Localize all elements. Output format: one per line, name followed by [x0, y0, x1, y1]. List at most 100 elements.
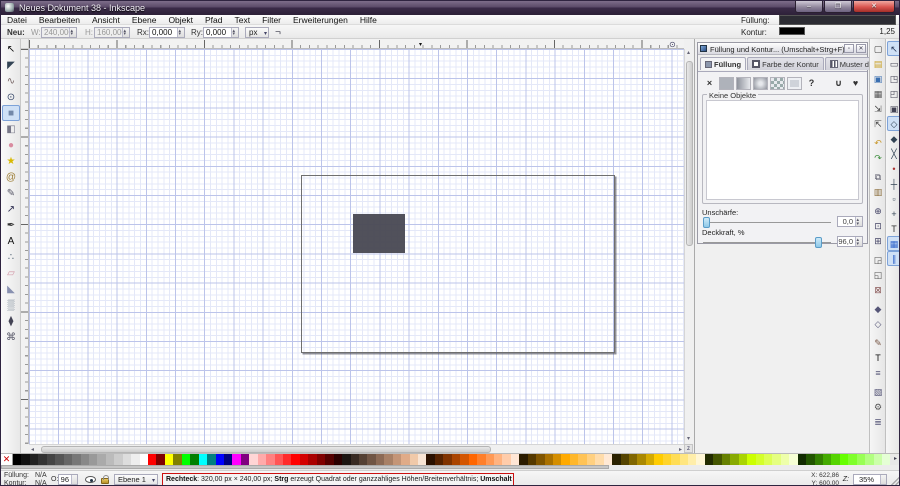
selector-tool[interactable]: ↖ [2, 41, 20, 57]
color-swatch[interactable] [64, 454, 72, 465]
color-swatch[interactable] [334, 454, 342, 465]
palette-scroll-thumb[interactable] [1, 465, 609, 469]
document-properties-icon[interactable]: ▧ [871, 384, 885, 399]
group-icon[interactable]: ◆ [871, 301, 885, 316]
ungroup-icon[interactable]: ◇ [871, 316, 885, 331]
color-swatch[interactable] [536, 454, 544, 465]
undo-icon[interactable]: ↶ [871, 135, 885, 150]
scroll-down-icon[interactable]: ▾ [687, 435, 690, 444]
color-swatch[interactable] [654, 454, 662, 465]
export-icon[interactable]: ⇱ [871, 116, 885, 131]
text-tool[interactable]: A [2, 233, 20, 249]
window-resize-grip[interactable] [890, 476, 900, 486]
xml-editor-icon[interactable]: ≣ [871, 414, 885, 429]
layer-visibility-icon[interactable] [85, 476, 96, 483]
menu-item[interactable]: Objekt [162, 15, 199, 25]
color-swatch[interactable] [798, 454, 806, 465]
snap-bbox-edge-icon[interactable]: ◳ [887, 71, 900, 86]
color-swatch[interactable] [815, 454, 823, 465]
vertical-ruler[interactable] [21, 49, 29, 444]
blur-slider[interactable] [703, 222, 831, 223]
fill-unknown-button[interactable]: ? [804, 77, 819, 90]
color-swatch[interactable] [199, 454, 207, 465]
color-swatch[interactable] [249, 454, 257, 465]
color-swatch[interactable] [637, 454, 645, 465]
tab-fill[interactable]: Füllung [700, 57, 746, 70]
fill-stroke-dialog-icon[interactable]: ✎ [871, 335, 885, 350]
color-swatch[interactable] [317, 454, 325, 465]
color-swatch[interactable] [561, 454, 569, 465]
color-swatch[interactable] [519, 454, 527, 465]
width-field[interactable]: 240,000 [41, 27, 77, 38]
color-swatch[interactable] [351, 454, 359, 465]
horizontal-scroll-thumb[interactable] [41, 446, 491, 453]
color-swatch[interactable] [359, 454, 367, 465]
pencil-tool[interactable]: ✎ [2, 185, 20, 201]
color-swatch[interactable] [848, 454, 856, 465]
color-swatch[interactable] [72, 454, 80, 465]
zoom-page-icon[interactable]: ⊞ [871, 233, 885, 248]
palette-scroll-arrow-icon[interactable]: ▸ [890, 454, 900, 465]
color-swatch[interactable] [165, 454, 173, 465]
snap-rotation-center-icon[interactable]: + [887, 206, 900, 221]
color-swatch[interactable] [756, 454, 764, 465]
color-swatch[interactable] [308, 454, 316, 465]
eraser-tool[interactable]: ▱ [2, 265, 20, 281]
color-swatch[interactable] [435, 454, 443, 465]
color-swatch[interactable] [426, 454, 434, 465]
node-tool[interactable]: ◤ [2, 57, 20, 73]
color-swatch[interactable] [646, 454, 654, 465]
color-swatch[interactable] [857, 454, 865, 465]
color-swatch[interactable] [55, 454, 63, 465]
color-swatch[interactable] [696, 454, 704, 465]
color-swatch[interactable] [131, 454, 139, 465]
color-swatch[interactable] [367, 454, 375, 465]
color-swatch[interactable] [612, 454, 620, 465]
connector-tool[interactable]: ⌘ [2, 329, 20, 345]
color-swatch[interactable] [865, 454, 873, 465]
menu-item[interactable]: Ebene [126, 15, 163, 25]
color-swatch[interactable] [266, 454, 274, 465]
opacity-spinbox[interactable]: 96,0 [837, 236, 863, 247]
import-icon[interactable]: ⇲ [871, 101, 885, 116]
color-swatch[interactable] [578, 454, 586, 465]
dialog-title-bar[interactable]: Füllung und Kontur... (Umschalt+Strg+F) … [698, 43, 867, 55]
color-swatch[interactable] [38, 454, 46, 465]
zoom-drawing-icon[interactable]: ⊡ [871, 218, 885, 233]
fill-rule-nonzero-icon[interactable]: ♥ [848, 77, 863, 90]
color-swatch[interactable] [291, 454, 299, 465]
color-swatch[interactable] [587, 454, 595, 465]
color-swatch[interactable] [688, 454, 696, 465]
color-swatch[interactable] [232, 454, 240, 465]
color-swatch[interactable] [595, 454, 603, 465]
tweak-tool[interactable]: ∿ [2, 73, 20, 89]
color-swatch[interactable] [511, 454, 519, 465]
color-swatch[interactable] [494, 454, 502, 465]
snap-center-icon[interactable]: ▫ [887, 191, 900, 206]
color-swatch[interactable] [806, 454, 814, 465]
no-color-swatch[interactable]: ✕ [1, 454, 13, 465]
color-swatch[interactable] [663, 454, 671, 465]
color-swatch[interactable] [477, 454, 485, 465]
title-bar[interactable]: Neues Dokument 38 - Inkscape – ❐ ✕ [1, 1, 900, 15]
paste-icon[interactable]: ▥ [871, 184, 885, 199]
color-swatch[interactable] [486, 454, 494, 465]
color-swatch[interactable] [258, 454, 266, 465]
color-swatch[interactable] [401, 454, 409, 465]
color-swatch[interactable] [730, 454, 738, 465]
statusbar-opacity-spinbox[interactable]: 96 [58, 474, 78, 485]
pen-tool[interactable]: ↗ [2, 201, 20, 217]
color-swatch[interactable] [342, 454, 350, 465]
text-dialog-icon[interactable]: T [871, 350, 885, 365]
fill-rule-evenodd-icon[interactable]: ∪ [831, 77, 846, 90]
color-swatch[interactable] [570, 454, 578, 465]
snap-bbox-corner-icon[interactable]: ◰ [887, 86, 900, 101]
height-field[interactable]: 160,000 [94, 27, 130, 38]
color-swatch[interactable] [114, 454, 122, 465]
snap-cusp-icon[interactable]: • [887, 161, 900, 176]
color-swatch[interactable] [384, 454, 392, 465]
statusbar-fill-value[interactable]: N/A [35, 472, 47, 479]
unlink-clone-icon[interactable]: ⊠ [871, 282, 885, 297]
menu-item[interactable]: Text [229, 15, 257, 25]
color-swatch[interactable] [840, 454, 848, 465]
